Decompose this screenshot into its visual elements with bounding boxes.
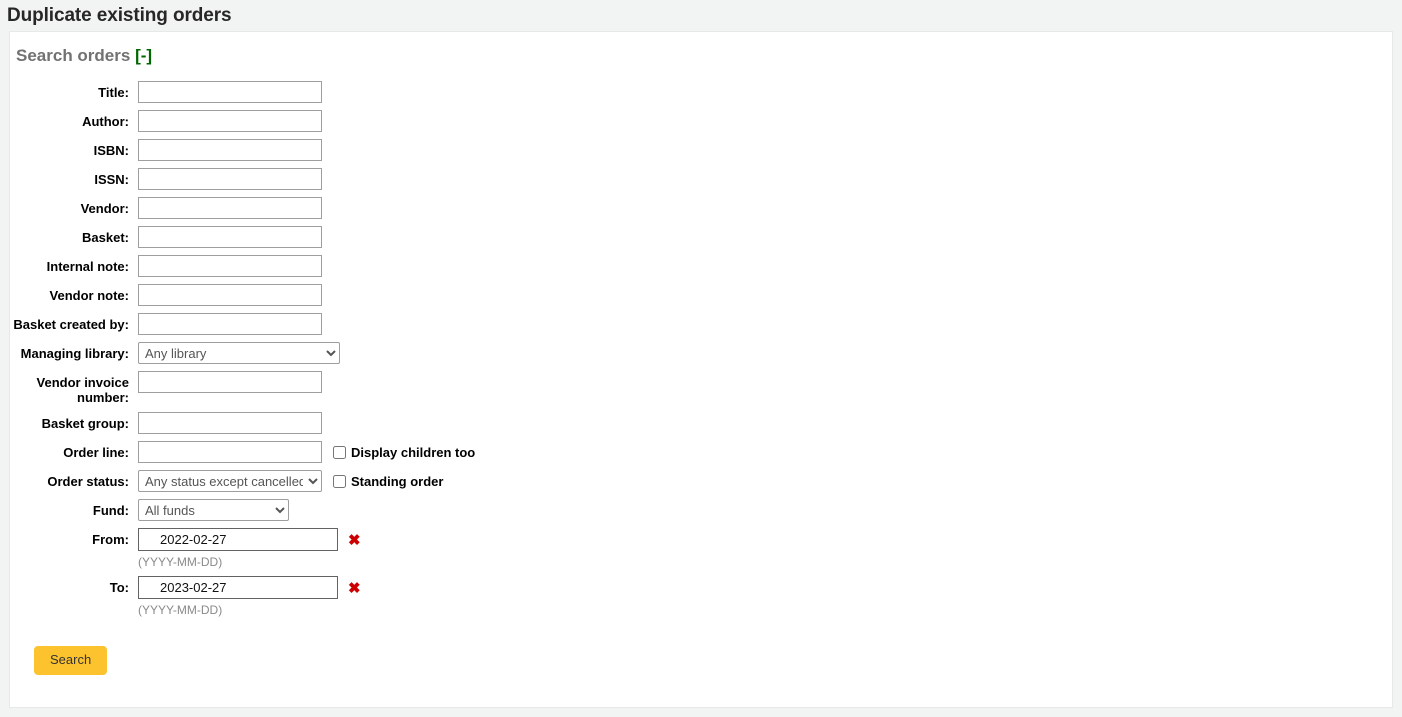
search-orders-panel: Search orders [-] Title: Author: ISBN: I…: [9, 31, 1393, 708]
form-row-order-status: Order status: Any status except cancelle…: [10, 470, 1392, 492]
field-wrap-date-to: ✖: [138, 576, 361, 599]
date-from-block: ✖ (YYYY-MM-DD): [138, 528, 361, 569]
field-wrap-date-from: ✖: [138, 528, 361, 551]
form-row-author: Author:: [10, 110, 1392, 132]
author-input[interactable]: [138, 110, 322, 132]
form-row-vendor-invoice-number: Vendor invoice number:: [10, 371, 1392, 405]
label-basket: Basket:: [82, 230, 129, 245]
form-row-issn: ISSN:: [10, 168, 1392, 190]
label-fund: Fund:: [92, 503, 129, 518]
internal-note-input[interactable]: [138, 255, 322, 277]
clear-date-to-icon[interactable]: ✖: [348, 581, 361, 596]
label-author: Author:: [82, 114, 129, 129]
display-children-checkbox[interactable]: [333, 445, 346, 459]
vendor-note-input[interactable]: [138, 284, 322, 306]
standing-order-checkbox[interactable]: [333, 474, 346, 488]
action-bar: Search: [10, 624, 1392, 675]
collapse-toggle[interactable]: [-]: [135, 46, 152, 65]
managing-library-select[interactable]: Any library: [138, 342, 340, 364]
date-to-hint: (YYYY-MM-DD): [138, 603, 223, 617]
field-wrap-isbn: [138, 139, 322, 161]
field-wrap-fund: All funds: [138, 499, 289, 521]
field-wrap-issn: [138, 168, 322, 190]
field-wrap-vendor-invoice-number: [138, 371, 322, 393]
label-issn: ISSN:: [94, 172, 129, 187]
form-row-basket-group: Basket group:: [10, 412, 1392, 434]
form-row-basket: Basket:: [10, 226, 1392, 248]
standing-order-group: Standing order: [333, 474, 443, 489]
field-wrap-managing-library: Any library: [138, 342, 340, 364]
form-row-title: Title:: [10, 81, 1392, 103]
field-wrap-order-line: Display children too: [138, 441, 475, 463]
field-wrap-vendor-note: [138, 284, 322, 306]
panel-legend-text: Search orders: [16, 46, 131, 65]
form-row-basket-created-by: Basket created by:: [10, 313, 1392, 335]
field-wrap-vendor: [138, 197, 322, 219]
label-isbn: ISBN:: [93, 143, 129, 158]
vendor-invoice-number-input[interactable]: [138, 371, 322, 393]
form-row-vendor: Vendor:: [10, 197, 1392, 219]
label-internal-note: Internal note:: [46, 259, 129, 274]
field-wrap-title: [138, 81, 322, 103]
issn-input[interactable]: [138, 168, 322, 190]
fund-select[interactable]: All funds: [138, 499, 289, 521]
display-children-group: Display children too: [333, 445, 475, 460]
order-line-input[interactable]: [138, 441, 322, 463]
label-date-from: From:: [92, 532, 129, 547]
display-children-label[interactable]: Display children too: [351, 445, 475, 460]
date-to-block: ✖ (YYYY-MM-DD): [138, 576, 361, 617]
title-input[interactable]: [138, 81, 322, 103]
field-wrap-basket: [138, 226, 322, 248]
date-to-input[interactable]: [138, 576, 338, 599]
label-vendor-invoice-number: Vendor invoice number:: [36, 375, 129, 405]
field-wrap-order-status: Any status except cancelled Standing ord…: [138, 470, 443, 492]
form-row-fund: Fund: All funds: [10, 499, 1392, 521]
field-wrap-author: [138, 110, 322, 132]
form-row-order-line: Order line: Display children too: [10, 441, 1392, 463]
standing-order-label[interactable]: Standing order: [351, 474, 443, 489]
basket-group-input[interactable]: [138, 412, 322, 434]
search-button[interactable]: Search: [34, 646, 108, 675]
form-row-vendor-note: Vendor note:: [10, 284, 1392, 306]
panel-legend: Search orders [-]: [10, 32, 1392, 66]
basket-created-by-input[interactable]: [138, 313, 322, 335]
field-wrap-basket-created-by: [138, 313, 322, 335]
basket-input[interactable]: [138, 226, 322, 248]
date-from-hint: (YYYY-MM-DD): [138, 555, 223, 569]
form-row-date-from: From: ✖ (YYYY-MM-DD): [10, 528, 1392, 569]
form-row-managing-library: Managing library: Any library: [10, 342, 1392, 364]
form-row-internal-note: Internal note:: [10, 255, 1392, 277]
label-managing-library: Managing library:: [20, 346, 129, 361]
label-basket-group: Basket group:: [41, 416, 129, 431]
clear-date-from-icon[interactable]: ✖: [348, 533, 361, 548]
vendor-input[interactable]: [138, 197, 322, 219]
field-wrap-basket-group: [138, 412, 322, 434]
label-order-status: Order status:: [47, 474, 129, 489]
label-date-to: To:: [109, 580, 129, 595]
form-row-isbn: ISBN:: [10, 139, 1392, 161]
label-vendor-note: Vendor note:: [49, 288, 129, 303]
label-title: Title:: [98, 85, 129, 100]
field-wrap-internal-note: [138, 255, 322, 277]
page-title: Duplicate existing orders: [7, 5, 232, 26]
isbn-input[interactable]: [138, 139, 322, 161]
date-from-input[interactable]: [138, 528, 338, 551]
label-order-line: Order line:: [63, 445, 129, 460]
label-basket-created-by: Basket created by:: [13, 317, 129, 332]
search-orders-form: Title: Author: ISBN: ISSN: Vendor: Baske…: [10, 66, 1392, 675]
order-status-select[interactable]: Any status except cancelled: [138, 470, 322, 492]
label-vendor: Vendor:: [80, 201, 129, 216]
form-row-date-to: To: ✖ (YYYY-MM-DD): [10, 576, 1392, 617]
